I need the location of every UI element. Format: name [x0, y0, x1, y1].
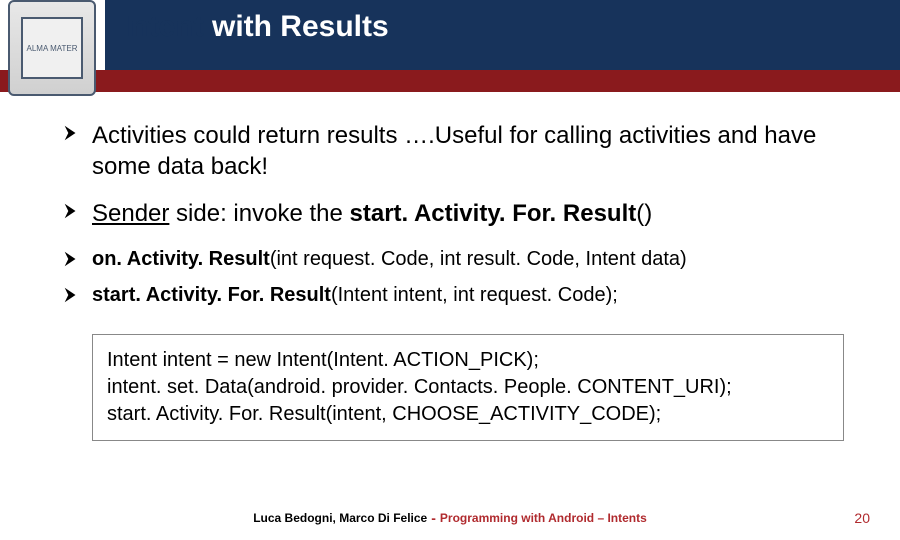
red-accent-bar	[0, 70, 900, 92]
bullet-text: Activities could return results ….Useful…	[92, 120, 862, 182]
bullet-text: start. Activity. For. Result(Intent inte…	[92, 282, 618, 308]
chevron-right-icon	[62, 124, 84, 146]
code-snippet-box: Intent intent = new Intent(Intent. ACTIO…	[92, 334, 844, 441]
code-line: Intent intent = new Intent(Intent. ACTIO…	[107, 347, 829, 374]
code-line: start. Activity. For. Result(intent, CHO…	[107, 401, 829, 428]
slide-footer: Luca Bedogni, Marco Di Felice - Programm…	[0, 510, 900, 526]
method-name-bold: start. Activity. For. Result	[350, 200, 637, 227]
slide-content: Activities could return results ….Useful…	[0, 92, 900, 441]
university-seal: ALMA MATER	[8, 0, 96, 96]
title-word-intent: Intent	[122, 10, 204, 43]
slide-title: Intent with Results	[122, 10, 389, 44]
bullet-item: start. Activity. For. Result(Intent inte…	[62, 282, 862, 308]
bullet-text: on. Activity. Result(int request. Code, …	[92, 246, 687, 272]
footer-separator: -	[427, 510, 440, 526]
bullet-text-span: ()	[636, 200, 652, 227]
bullet-text-span: (Intent intent, int request. Code);	[331, 284, 618, 306]
seal-border: ALMA MATER	[8, 0, 96, 96]
method-name-bold: start. Activity. For. Result	[92, 284, 331, 306]
method-name-bold: on. Activity. Result	[92, 248, 270, 270]
sender-underline: Sender	[92, 200, 169, 227]
bullet-item: Activities could return results ….Useful…	[62, 120, 862, 182]
slide-header: Intent with Results ALMA MATER	[0, 0, 900, 92]
bullet-text: Sender side: invoke the start. Activity.…	[92, 198, 652, 229]
bullet-text-span: (int request. Code, int result. Code, In…	[270, 248, 687, 270]
bullet-text-span: Activities could return results ….Useful…	[92, 122, 816, 180]
code-line: intent. set. Data(android. provider. Con…	[107, 374, 829, 401]
title-rest: with Results	[204, 10, 389, 43]
chevron-right-icon	[62, 286, 84, 308]
chevron-right-icon	[62, 202, 84, 224]
footer-authors: Luca Bedogni, Marco Di Felice	[253, 511, 427, 525]
footer-course: Programming with Android – Intents	[440, 511, 647, 525]
bullet-text-span: side: invoke the	[169, 200, 349, 227]
page-number: 20	[854, 510, 870, 526]
chevron-right-icon	[62, 250, 84, 272]
bullet-item: Sender side: invoke the start. Activity.…	[62, 198, 862, 229]
bullet-item: on. Activity. Result(int request. Code, …	[62, 246, 862, 272]
seal-inner: ALMA MATER	[21, 17, 83, 79]
